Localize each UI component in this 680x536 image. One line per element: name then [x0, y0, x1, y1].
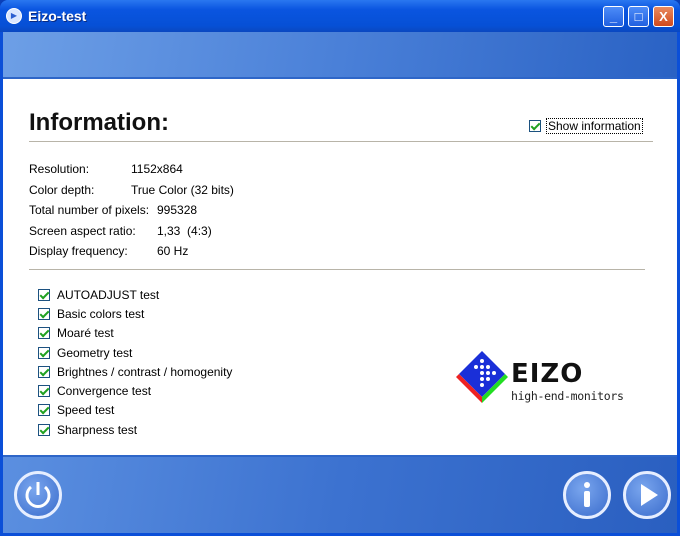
info-label: Screen aspect ratio: [29, 223, 136, 238]
info-row-color-depth: Color depth: True Color (32 bits) [29, 180, 234, 201]
footer-band [3, 455, 677, 533]
checkbox-icon[interactable] [38, 346, 50, 359]
checkbox-icon[interactable] [529, 120, 541, 132]
eizo-tagline: high-end-monitors [511, 389, 624, 403]
checkbox-icon[interactable] [38, 307, 50, 320]
test-list: AUTOADJUST test Basic colors test Moaré … [38, 285, 232, 439]
info-label: Color depth: [29, 182, 95, 197]
checkbox-icon[interactable] [38, 288, 50, 301]
test-checkbox-geometry[interactable]: Geometry test [38, 343, 232, 362]
test-label: Speed test [57, 403, 115, 418]
power-icon [25, 482, 51, 508]
checkbox-icon[interactable] [38, 423, 50, 436]
app-icon: ▶ [6, 8, 22, 24]
play-icon [641, 484, 658, 506]
test-checkbox-speed[interactable]: Speed test [38, 401, 232, 420]
eizo-brand: EIZO [511, 359, 584, 389]
minimize-button[interactable]: _ [603, 6, 624, 27]
test-checkbox-autoadjust[interactable]: AUTOADJUST test [38, 285, 232, 304]
info-value: 60 Hz [157, 244, 189, 258]
info-label: Resolution: [29, 162, 90, 176]
test-label: Basic colors test [57, 306, 145, 321]
eizo-logo: EIZO high-end-monitors [455, 349, 675, 409]
close-button[interactable]: X [653, 6, 674, 27]
info-value: True Color (32 bits) [131, 182, 234, 197]
checkbox-icon[interactable] [38, 327, 50, 340]
window-title: Eizo-test [28, 8, 87, 24]
divider [29, 269, 645, 270]
title-bar[interactable]: ▶ Eizo-test _ □ X [0, 0, 680, 32]
test-label: AUTOADJUST test [57, 287, 160, 302]
info-value: 995328 [157, 203, 198, 217]
test-label: Geometry test [57, 345, 133, 360]
test-label: Sharpness test [57, 422, 138, 437]
info-value: 1152x864 [131, 162, 183, 176]
info-row-total-pixels: Total number of pixels: 995328 [29, 200, 197, 221]
info-row-frequency: Display frequency: 60 Hz [29, 241, 188, 262]
info-button[interactable] [563, 471, 611, 519]
test-checkbox-moare[interactable]: Moaré test [38, 324, 232, 343]
checkbox-icon[interactable] [38, 385, 50, 398]
test-checkbox-brightness[interactable]: Brightnes / contrast / homogenity [38, 362, 232, 381]
info-label: Display frequency: [29, 244, 128, 258]
info-value: 1,33 (4:3) [157, 223, 212, 238]
test-checkbox-basic-colors[interactable]: Basic colors test [38, 304, 232, 323]
info-row-aspect-ratio: Screen aspect ratio: 1,33 (4:3) [29, 221, 212, 242]
show-information-label: Show information [546, 118, 643, 134]
content-panel: Information: Show information Resolution… [3, 79, 677, 455]
start-button[interactable] [623, 471, 671, 519]
header-band [3, 32, 677, 79]
power-button[interactable] [14, 471, 62, 519]
info-icon [584, 482, 590, 507]
test-checkbox-convergence[interactable]: Convergence test [38, 381, 232, 400]
eizo-logo-mark-icon [456, 351, 508, 403]
divider [29, 141, 653, 142]
info-label: Total number of pixels: [29, 203, 150, 217]
page-title: Information: [29, 109, 169, 136]
checkbox-icon[interactable] [38, 365, 50, 378]
info-row-resolution: Resolution: 1152x864 [29, 159, 183, 180]
maximize-button[interactable]: □ [628, 6, 649, 27]
test-label: Brightnes / contrast / homogenity [57, 364, 233, 379]
checkbox-icon[interactable] [38, 404, 50, 417]
test-label: Moaré test [57, 326, 114, 341]
info-list: Resolution: 1152x864 Color depth: True Col… [29, 159, 234, 262]
test-checkbox-sharpness[interactable]: Sharpness test [38, 420, 232, 439]
test-label: Convergence test [57, 384, 152, 399]
app-window: ▶ Eizo-test _ □ X Information: Show info… [0, 0, 680, 536]
show-information-checkbox[interactable]: Show information [529, 118, 643, 134]
